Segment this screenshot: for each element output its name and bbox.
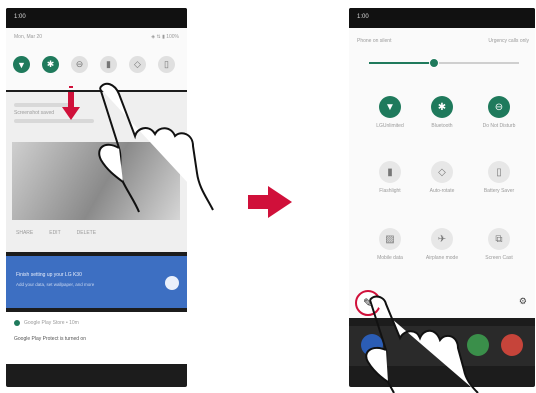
auto-rotate-label: Auto-rotate [429,188,455,194]
flashlight-icon[interactable]: ▮ [379,161,401,183]
do-not-disturb-icon[interactable]: ⊖ [71,56,88,73]
battery-saver-icon[interactable]: ▯ [488,161,510,183]
status-time: 1:00 [357,14,369,20]
flashlight-icon[interactable]: ▮ [100,56,117,73]
mobile-data-label: Mobile data [377,255,403,261]
do-not-disturb-icon[interactable]: ⊖ [488,96,510,118]
delete-action[interactable]: DELETE [77,230,96,236]
transition-arrow [248,186,292,218]
bluetooth-icon[interactable]: ✱ [42,56,59,73]
play-store-app: Google Play Store • 10m [24,320,79,326]
urgency-text: Urgency calls only [488,38,529,44]
hand-illustration-right [365,295,479,393]
battery-saver-icon[interactable]: ▯ [158,56,175,73]
notification-title: Screenshot saved [14,110,55,116]
auto-rotate-icon[interactable]: ◇ [431,161,453,183]
flashlight-label: Flashlight [379,188,401,194]
setup-text: Add your data, set wallpaper, and more [16,282,95,287]
expanded-quick-settings: Phone on silent Urgency calls only ▼ ✱ ⊖… [349,28,535,318]
status-icons: ◈ ⇅ ▮ 100% [151,34,179,40]
dnd-label: Do Not Disturb [482,123,516,129]
setup-notification[interactable]: Finish setting up your LG K30 Add your d… [6,256,187,308]
setup-icon [165,276,179,290]
brightness-thumb[interactable] [429,58,439,68]
brightness-fill [369,62,433,64]
play-store-icon [14,320,20,326]
drag-down-arrow [62,86,80,120]
play-store-text: Google Play Protect is turned on [14,336,86,342]
play-store-notification[interactable]: Google Play Store • 10m Google Play Prot… [6,312,187,364]
wifi-icon[interactable]: ▼ [379,96,401,118]
screen-cast-label: Screen Cast [485,255,513,261]
bluetooth-label: Bluetooth [431,123,453,129]
bluetooth-icon[interactable]: ✱ [431,96,453,118]
airplane-mode-label: Airplane mode [425,255,459,261]
airplane-mode-icon[interactable]: ✈ [431,228,453,250]
share-action[interactable]: SHARE [16,230,33,236]
status-bar: 1:00 [6,8,187,28]
brightness-slider[interactable] [369,58,519,68]
silent-mode-text: Phone on silent [357,38,392,44]
setup-title: Finish setting up your LG K30 [16,272,82,278]
screen-cast-icon[interactable]: ⧉ [488,228,510,250]
settings-icon[interactable]: ⚙ [519,296,527,307]
edit-action[interactable]: EDIT [49,230,60,236]
date-text: Mon, Mar 20 [14,34,43,40]
auto-rotate-icon[interactable]: ◇ [129,56,146,73]
status-time: 1:00 [14,14,26,20]
mobile-data-icon[interactable]: ▨ [379,228,401,250]
hand-illustration-left [98,82,214,213]
wifi-label: LGUnlimited [376,123,404,129]
quick-settings-row: ▼ ✱ ⊖ ▮ ◇ ▯ [13,56,187,73]
chrome-app-icon[interactable] [501,334,523,356]
wifi-icon[interactable]: ▼ [13,56,30,73]
status-bar: 1:00 [349,8,535,28]
battery-saver-label: Battery Saver [483,188,515,194]
